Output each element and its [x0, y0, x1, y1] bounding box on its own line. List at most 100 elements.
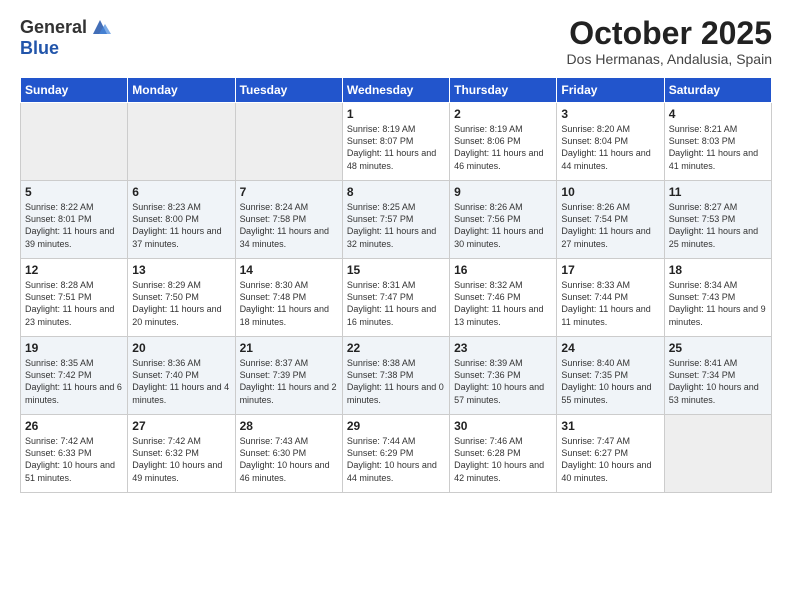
- page: General Blue October 2025 Dos Hermanas, …: [0, 0, 792, 612]
- month-title: October 2025: [567, 16, 772, 51]
- cell-info: Sunrise: 8:23 AMSunset: 8:00 PMDaylight:…: [132, 201, 230, 250]
- cell-info: Sunrise: 8:25 AMSunset: 7:57 PMDaylight:…: [347, 201, 445, 250]
- calendar-cell: 8 Sunrise: 8:25 AMSunset: 7:57 PMDaylight…: [342, 181, 449, 259]
- cell-info: Sunrise: 7:43 AMSunset: 6:30 PMDaylight:…: [240, 435, 338, 484]
- header: General Blue October 2025 Dos Hermanas, …: [20, 16, 772, 67]
- day-number: 5: [25, 185, 123, 199]
- cell-info: Sunrise: 8:24 AMSunset: 7:58 PMDaylight:…: [240, 201, 338, 250]
- day-number: 7: [240, 185, 338, 199]
- calendar-cell: 10Sunrise: 8:26 AMSunset: 7:54 PMDayligh…: [557, 181, 664, 259]
- calendar-cell: 2Sunrise: 8:19 AMSunset: 8:06 PMDaylight…: [450, 103, 557, 181]
- day-number: 31: [561, 419, 659, 433]
- day-number: 23: [454, 341, 552, 355]
- calendar-cell: 16 Sunrise: 8:32 AMSunset: 7:46 PMDayligh…: [450, 259, 557, 337]
- cell-info: Sunrise: 8:38 AMSunset: 7:38 PMDaylight:…: [347, 357, 445, 406]
- calendar-cell: 18Sunrise: 8:34 AMSunset: 7:43 PMDayligh…: [664, 259, 771, 337]
- day-number: 4: [669, 107, 767, 121]
- day-number: 1: [347, 107, 445, 121]
- day-number: 2: [454, 107, 552, 121]
- cell-info: Sunrise: 8:26 AMSunset: 7:54 PMDaylight:…: [561, 201, 659, 250]
- day-number: 13: [132, 263, 230, 277]
- calendar-week-row: 1Sunrise: 8:19 AMSunset: 8:07 PMDaylight…: [21, 103, 772, 181]
- calendar-cell: 27 Sunrise: 7:42 AMSunset: 6:32 PMDayligh…: [128, 415, 235, 493]
- day-number: 6: [132, 185, 230, 199]
- calendar-cell: 31 Sunrise: 7:47 AMSunset: 6:27 PMDayligh…: [557, 415, 664, 493]
- calendar-cell: 23 Sunrise: 8:39 AMSunset: 7:36 PMDayligh…: [450, 337, 557, 415]
- cell-info: Sunrise: 7:47 AMSunset: 6:27 PMDaylight:…: [561, 435, 659, 484]
- calendar-cell: 30 Sunrise: 7:46 AMSunset: 6:28 PMDayligh…: [450, 415, 557, 493]
- calendar-cell: [21, 103, 128, 181]
- day-number: 17: [561, 263, 659, 277]
- day-number: 8: [347, 185, 445, 199]
- calendar-cell: 13 Sunrise: 8:29 AMSunset: 7:50 PMDayligh…: [128, 259, 235, 337]
- day-number: 18: [669, 263, 767, 277]
- cell-info: Sunrise: 8:33 AMSunset: 7:44 PMDaylight:…: [561, 279, 659, 328]
- calendar-cell: 4Sunrise: 8:21 AMSunset: 8:03 PMDaylight…: [664, 103, 771, 181]
- day-number: 24: [561, 341, 659, 355]
- calendar-cell: 17 Sunrise: 8:33 AMSunset: 7:44 PMDayligh…: [557, 259, 664, 337]
- calendar-cell: 25Sunrise: 8:41 AMSunset: 7:34 PMDayligh…: [664, 337, 771, 415]
- col-saturday: Saturday: [664, 78, 771, 103]
- cell-info: Sunrise: 8:39 AMSunset: 7:36 PMDaylight:…: [454, 357, 552, 406]
- calendar-cell: 19Sunrise: 8:35 AMSunset: 7:42 PMDayligh…: [21, 337, 128, 415]
- cell-info: Sunrise: 8:29 AMSunset: 7:50 PMDaylight:…: [132, 279, 230, 328]
- col-wednesday: Wednesday: [342, 78, 449, 103]
- calendar-cell: 26 Sunrise: 7:42 AMSunset: 6:33 PMDayligh…: [21, 415, 128, 493]
- cell-info: Sunrise: 8:27 AMSunset: 7:53 PMDaylight:…: [669, 201, 767, 250]
- cell-info: Sunrise: 8:28 AMSunset: 7:51 PMDaylight:…: [25, 279, 123, 328]
- day-number: 28: [240, 419, 338, 433]
- title-section: October 2025 Dos Hermanas, Andalusia, Sp…: [567, 16, 772, 67]
- day-number: 21: [240, 341, 338, 355]
- day-number: 11: [669, 185, 767, 199]
- calendar: Sunday Monday Tuesday Wednesday Thursday…: [20, 77, 772, 493]
- calendar-cell: [235, 103, 342, 181]
- day-number: 22: [347, 341, 445, 355]
- day-number: 15: [347, 263, 445, 277]
- cell-info: Sunrise: 7:44 AMSunset: 6:29 PMDaylight:…: [347, 435, 445, 484]
- cell-info: Sunrise: 7:42 AMSunset: 6:33 PMDaylight:…: [25, 435, 123, 484]
- cell-info: Sunrise: 7:46 AMSunset: 6:28 PMDaylight:…: [454, 435, 552, 484]
- calendar-header-row: Sunday Monday Tuesday Wednesday Thursday…: [21, 78, 772, 103]
- calendar-cell: 12Sunrise: 8:28 AMSunset: 7:51 PMDayligh…: [21, 259, 128, 337]
- day-number: 26: [25, 419, 123, 433]
- col-tuesday: Tuesday: [235, 78, 342, 103]
- cell-info: Sunrise: 8:40 AMSunset: 7:35 PMDaylight:…: [561, 357, 659, 406]
- cell-info: Sunrise: 8:26 AMSunset: 7:56 PMDaylight:…: [454, 201, 552, 250]
- calendar-cell: [664, 415, 771, 493]
- col-thursday: Thursday: [450, 78, 557, 103]
- cell-info: Sunrise: 8:32 AMSunset: 7:46 PMDaylight:…: [454, 279, 552, 328]
- cell-info: Sunrise: 8:31 AMSunset: 7:47 PMDaylight:…: [347, 279, 445, 328]
- calendar-week-row: 26 Sunrise: 7:42 AMSunset: 6:33 PMDayligh…: [21, 415, 772, 493]
- calendar-cell: 15 Sunrise: 8:31 AMSunset: 7:47 PMDayligh…: [342, 259, 449, 337]
- calendar-cell: 7 Sunrise: 8:24 AMSunset: 7:58 PMDaylight…: [235, 181, 342, 259]
- cell-info: Sunrise: 7:42 AMSunset: 6:32 PMDaylight:…: [132, 435, 230, 484]
- calendar-cell: 22 Sunrise: 8:38 AMSunset: 7:38 PMDayligh…: [342, 337, 449, 415]
- calendar-week-row: 19Sunrise: 8:35 AMSunset: 7:42 PMDayligh…: [21, 337, 772, 415]
- calendar-cell: 9Sunrise: 8:26 AMSunset: 7:56 PMDaylight…: [450, 181, 557, 259]
- calendar-cell: [128, 103, 235, 181]
- calendar-cell: 14Sunrise: 8:30 AMSunset: 7:48 PMDayligh…: [235, 259, 342, 337]
- calendar-cell: 24 Sunrise: 8:40 AMSunset: 7:35 PMDayligh…: [557, 337, 664, 415]
- calendar-week-row: 12Sunrise: 8:28 AMSunset: 7:51 PMDayligh…: [21, 259, 772, 337]
- calendar-cell: 20Sunrise: 8:36 AMSunset: 7:40 PMDayligh…: [128, 337, 235, 415]
- col-monday: Monday: [128, 78, 235, 103]
- day-number: 30: [454, 419, 552, 433]
- cell-info: Sunrise: 8:22 AMSunset: 8:01 PMDaylight:…: [25, 201, 123, 250]
- day-number: 3: [561, 107, 659, 121]
- col-sunday: Sunday: [21, 78, 128, 103]
- calendar-cell: 29Sunrise: 7:44 AMSunset: 6:29 PMDayligh…: [342, 415, 449, 493]
- cell-info: Sunrise: 8:41 AMSunset: 7:34 PMDaylight:…: [669, 357, 767, 406]
- day-number: 27: [132, 419, 230, 433]
- calendar-cell: 6 Sunrise: 8:23 AMSunset: 8:00 PMDaylight…: [128, 181, 235, 259]
- calendar-cell: 21 Sunrise: 8:37 AMSunset: 7:39 PMDayligh…: [235, 337, 342, 415]
- logo-icon: [89, 16, 111, 38]
- cell-info: Sunrise: 8:37 AMSunset: 7:39 PMDaylight:…: [240, 357, 338, 406]
- calendar-cell: 11 Sunrise: 8:27 AMSunset: 7:53 PMDayligh…: [664, 181, 771, 259]
- logo-general: General: [20, 17, 87, 38]
- cell-info: Sunrise: 8:36 AMSunset: 7:40 PMDaylight:…: [132, 357, 230, 406]
- calendar-cell: 28 Sunrise: 7:43 AMSunset: 6:30 PMDayligh…: [235, 415, 342, 493]
- cell-info: Sunrise: 8:20 AMSunset: 8:04 PMDaylight:…: [561, 123, 659, 172]
- location-title: Dos Hermanas, Andalusia, Spain: [567, 51, 772, 67]
- calendar-cell: 1Sunrise: 8:19 AMSunset: 8:07 PMDaylight…: [342, 103, 449, 181]
- day-number: 16: [454, 263, 552, 277]
